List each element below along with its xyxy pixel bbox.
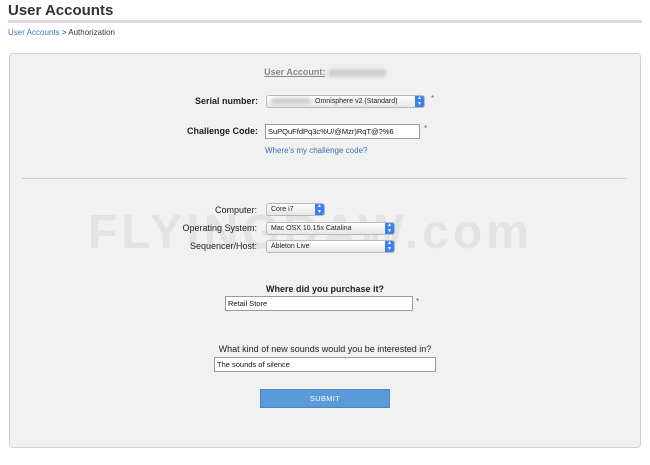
redacted-serial — [271, 98, 311, 105]
page-title: User Accounts — [8, 2, 114, 19]
breadcrumb-user-accounts-link[interactable]: User Accounts — [8, 28, 60, 37]
user-account-line: User Account: — [0, 67, 650, 77]
breadcrumb-separator: > — [61, 28, 67, 37]
operating-system-value: Mac OSX 10.15x Catalina — [271, 225, 352, 232]
serial-product-value: Omnisphere v2 (Standard) — [315, 98, 398, 105]
required-marker: * — [416, 297, 420, 306]
title-divider — [8, 20, 642, 23]
sounds-question: What kind of new sounds would you be int… — [218, 344, 432, 354]
redacted-username — [327, 68, 386, 77]
operating-system-label: Operating System: — [182, 223, 257, 233]
chevron-updown-icon: ▲ ▼ — [385, 222, 394, 234]
required-marker: * — [424, 124, 428, 133]
required-marker: * — [431, 94, 435, 103]
computer-value: Core i7 — [271, 206, 294, 213]
purchase-question: Where did you purchase it? — [265, 284, 384, 294]
submit-button[interactable]: SUBMIT — [260, 389, 390, 408]
chevron-updown-icon: ▲ ▼ — [385, 240, 394, 252]
purchase-location-input[interactable]: Retail Store — [225, 296, 413, 311]
sounds-interest-input[interactable]: The sounds of silence — [214, 357, 436, 372]
sequencer-host-select[interactable]: Ableton Live ▲ ▼ — [266, 240, 395, 253]
serial-number-select[interactable]: Omnisphere v2 (Standard) ▲ ▼ — [266, 95, 425, 108]
sequencer-host-label: Sequencer/Host: — [189, 241, 257, 251]
breadcrumb-current: Authorization — [68, 28, 115, 37]
computer-select[interactable]: Core i7 ▲ ▼ — [266, 203, 325, 216]
user-account-label: User Account: — [264, 67, 326, 77]
section-divider — [22, 178, 627, 179]
breadcrumb: User Accounts > Authorization — [8, 28, 115, 37]
challenge-code-help-link[interactable]: Where's my challenge code? — [265, 146, 367, 155]
chevron-updown-icon: ▲ ▼ — [415, 95, 424, 107]
sequencer-host-value: Ableton Live — [271, 243, 310, 250]
serial-number-label: Serial number: — [194, 96, 258, 106]
computer-label: Computer: — [214, 205, 257, 215]
chevron-updown-icon: ▲ ▼ — [315, 203, 324, 215]
challenge-code-label: Challenge Code: — [186, 126, 258, 136]
operating-system-select[interactable]: Mac OSX 10.15x Catalina ▲ ▼ — [266, 222, 395, 235]
challenge-code-input[interactable]: SuPQuFfdPq3c%U/@Mzr)RqT@?%6 — [265, 124, 420, 139]
